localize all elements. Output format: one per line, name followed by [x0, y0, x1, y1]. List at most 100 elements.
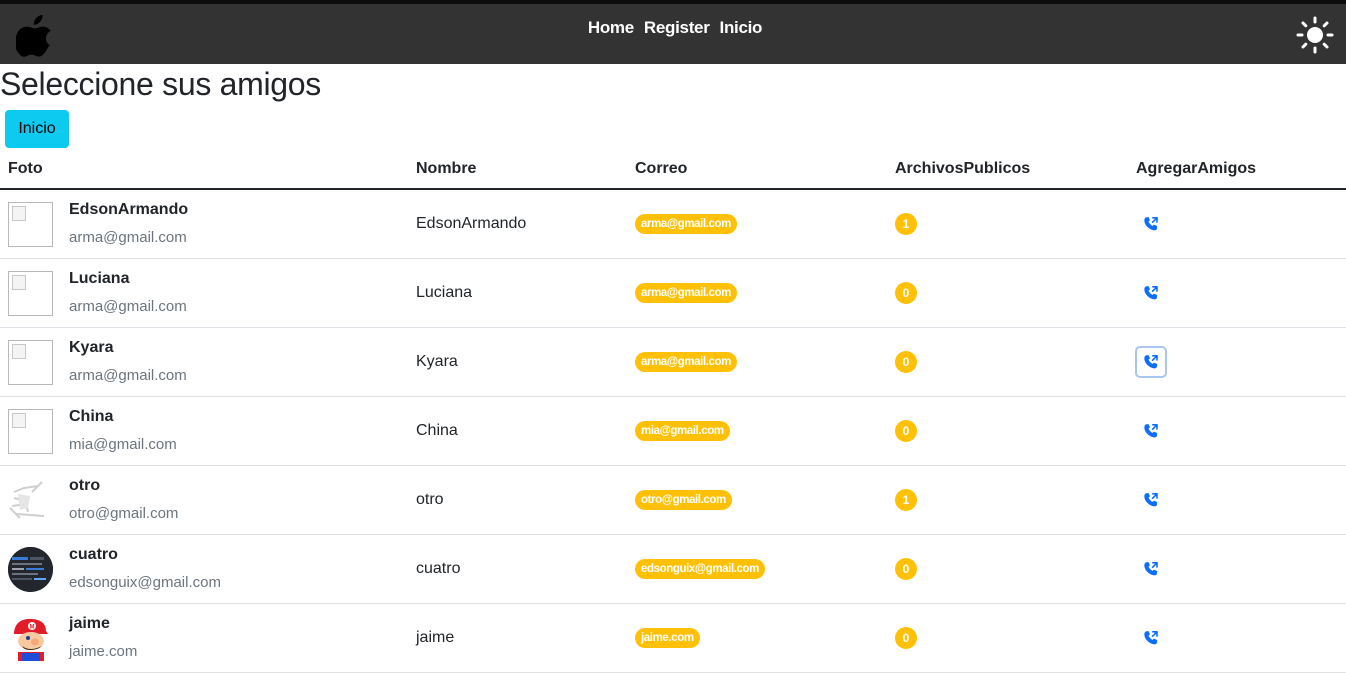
- table-row: China mia@gmail.com China mia@gmail.com 0: [0, 396, 1346, 466]
- phone-add-icon: [1143, 561, 1159, 577]
- phone-add-icon: [1143, 423, 1159, 439]
- add-friend-button[interactable]: [1135, 415, 1167, 447]
- archivos-cell: 1: [887, 189, 1128, 259]
- user-email: edsonguix@gmail.com: [69, 574, 221, 591]
- user-email: jaime.com: [69, 643, 138, 660]
- correo-badge: arma@gmail.com: [635, 352, 737, 372]
- user-email: otro@gmail.com: [69, 505, 179, 522]
- archivos-cell: 0: [887, 396, 1128, 466]
- add-friend-button[interactable]: [1135, 622, 1167, 654]
- archivos-count-badge: 1: [895, 213, 917, 235]
- correo-cell: arma@gmail.com: [627, 189, 887, 259]
- nombre-cell: jaime: [408, 603, 627, 673]
- correo-badge: arma@gmail.com: [635, 283, 737, 303]
- table-row: otro otro@gmail.com otro otro@gmail.com 1: [0, 465, 1346, 535]
- header-archivos-publicos: ArchivosPublicos: [887, 150, 1128, 190]
- user-photo: M: [8, 615, 53, 661]
- phone-add-icon: [1143, 216, 1159, 232]
- archivos-count-badge: 1: [895, 489, 917, 511]
- nombre-text: jaime: [416, 629, 455, 646]
- page-title: Seleccione sus amigos: [0, 66, 321, 102]
- table-row: Kyara arma@gmail.com Kyara arma@gmail.com 0: [0, 327, 1346, 397]
- add-friend-button[interactable]: [1135, 208, 1167, 240]
- agregar-cell: [1128, 258, 1346, 328]
- archivos-cell: 0: [887, 327, 1128, 397]
- archivos-cell: 0: [887, 534, 1128, 604]
- user-name: otro: [69, 477, 101, 494]
- user-name: Kyara: [69, 339, 114, 356]
- sun-icon[interactable]: [1296, 16, 1334, 54]
- archivos-count-badge: 0: [895, 558, 917, 580]
- correo-cell: mia@gmail.com: [627, 396, 887, 466]
- agregar-cell: [1128, 603, 1346, 673]
- correo-cell: arma@gmail.com: [627, 258, 887, 328]
- correo-cell: edsonguix@gmail.com: [627, 534, 887, 604]
- foto-cell: China mia@gmail.com: [0, 396, 408, 466]
- nombre-text: cuatro: [416, 560, 461, 577]
- table-row: Luciana arma@gmail.com Luciana arma@gmail.c…: [0, 258, 1346, 328]
- correo-badge: otro@gmail.com: [635, 490, 732, 510]
- agregar-cell: [1128, 534, 1346, 604]
- nombre-cell: China: [408, 396, 627, 466]
- svg-text:M: M: [30, 624, 35, 630]
- foto-cell: Mjaime jaime.com: [0, 603, 408, 673]
- phone-add-icon: [1143, 285, 1159, 301]
- user-photo: [8, 339, 53, 385]
- header-foto: Foto: [0, 150, 408, 190]
- add-friend-button[interactable]: [1135, 553, 1167, 585]
- user-photo: [8, 546, 53, 592]
- header-agregar-amigos: AgregarAmigos: [1128, 150, 1346, 190]
- correo-badge: jaime.com: [635, 628, 700, 648]
- archivos-cell: 1: [887, 465, 1128, 535]
- header-nombre: Nombre: [408, 150, 627, 190]
- nombre-text: EdsonArmando: [416, 215, 527, 232]
- table-header-row: Foto Nombre Correo ArchivosPublicos Agre…: [0, 150, 1346, 190]
- phone-add-icon: [1143, 630, 1159, 646]
- archivos-count-badge: 0: [895, 420, 917, 442]
- archivos-cell: 0: [887, 603, 1128, 673]
- nav-register[interactable]: Register: [644, 18, 710, 38]
- phone-add-icon: [1143, 492, 1159, 508]
- correo-cell: jaime.com: [627, 603, 887, 673]
- inicio-button[interactable]: Inicio: [5, 110, 69, 148]
- agregar-cell: [1128, 327, 1346, 397]
- table-row: Mjaime jaime.com jaime jaime.com 0: [0, 603, 1346, 673]
- add-friend-button[interactable]: [1135, 484, 1167, 516]
- friends-table: Foto Nombre Correo ArchivosPublicos Agre…: [0, 150, 1346, 673]
- foto-cell: Luciana arma@gmail.com: [0, 258, 408, 328]
- nav-links: Home Register Inicio: [0, 4, 1346, 52]
- nav-home[interactable]: Home: [588, 18, 634, 38]
- phone-add-icon: [1143, 354, 1159, 370]
- add-friend-button[interactable]: [1135, 277, 1167, 309]
- add-friend-button[interactable]: [1135, 346, 1167, 378]
- nombre-text: Kyara: [416, 353, 458, 370]
- table-row: cuatro edsonguix@gmail.com cuatro edsonguix…: [0, 534, 1346, 604]
- user-name: cuatro: [69, 546, 118, 563]
- nombre-text: Luciana: [416, 284, 473, 301]
- navbar: Home Register Inicio: [0, 4, 1346, 64]
- nombre-cell: cuatro: [408, 534, 627, 604]
- user-photo: [8, 201, 53, 247]
- user-name: Luciana: [69, 270, 130, 287]
- user-name: China: [69, 408, 114, 425]
- user-email: mia@gmail.com: [69, 436, 177, 453]
- nombre-cell: EdsonArmando: [408, 189, 627, 259]
- archivos-count-badge: 0: [895, 351, 917, 373]
- nombre-cell: otro: [408, 465, 627, 535]
- header-correo: Correo: [627, 150, 887, 190]
- user-name: jaime: [69, 615, 110, 632]
- user-photo: [8, 408, 53, 454]
- agregar-cell: [1128, 396, 1346, 466]
- agregar-cell: [1128, 465, 1346, 535]
- archivos-count-badge: 0: [895, 627, 917, 649]
- correo-cell: otro@gmail.com: [627, 465, 887, 535]
- foto-cell: Kyara arma@gmail.com: [0, 327, 408, 397]
- archivos-count-badge: 0: [895, 282, 917, 304]
- foto-cell: EdsonArmando arma@gmail.com: [0, 189, 408, 259]
- user-email: arma@gmail.com: [69, 298, 187, 315]
- user-email: arma@gmail.com: [69, 367, 187, 384]
- correo-badge: mia@gmail.com: [635, 421, 730, 441]
- archivos-cell: 0: [887, 258, 1128, 328]
- correo-badge: arma@gmail.com: [635, 214, 737, 234]
- nav-inicio[interactable]: Inicio: [720, 18, 763, 38]
